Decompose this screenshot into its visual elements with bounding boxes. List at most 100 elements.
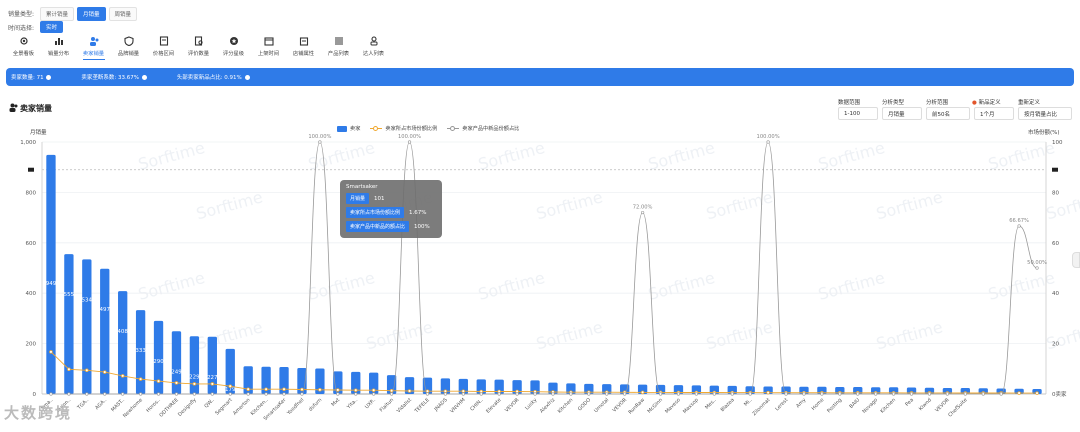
new-share-point	[1035, 266, 1039, 270]
x-tick-label: McGinn	[647, 397, 664, 414]
new-share-point	[497, 392, 501, 396]
new-share-point	[569, 392, 573, 396]
bar	[82, 259, 92, 394]
bar-value-label: 290	[153, 359, 164, 365]
watermark-logo: 大数跨境	[4, 404, 73, 422]
new-share-point	[784, 392, 788, 396]
x-tick-label: VEVOR	[934, 397, 951, 414]
new-share-point	[336, 392, 340, 396]
new-share-point	[228, 392, 232, 396]
new-share-point	[820, 392, 824, 396]
bar	[118, 291, 128, 394]
new-share-label: 50.00%	[1027, 260, 1047, 266]
tooltip-value: 101	[374, 195, 385, 202]
share-point	[443, 389, 448, 393]
share-point	[246, 387, 250, 391]
share-point	[318, 388, 322, 392]
new-share-point	[748, 392, 752, 396]
x-tick-label: VEVOR	[504, 397, 521, 414]
watermark-text: Sorftime	[194, 317, 265, 353]
x-tick-label: CHIN..	[469, 397, 485, 413]
new-share-point	[192, 392, 196, 396]
new-share-point	[963, 392, 967, 396]
share-point	[120, 374, 125, 378]
share-point	[461, 389, 466, 393]
tooltip-row: 卖家所占市场份额比例 1.67%	[346, 207, 436, 218]
x-tick-label: Kitchen	[879, 397, 897, 415]
chart-tooltip: Smartsaker 月销量 101 卖家所占市场份额比例 1.67% 卖家产品中新…	[340, 180, 442, 238]
x-tick-label: Kitchen	[557, 397, 575, 415]
new-share-point	[802, 392, 806, 396]
share-point	[371, 388, 376, 392]
x-tick-label: Amy	[795, 397, 807, 409]
new-share-point	[264, 392, 268, 396]
watermark-text: Sorftime	[1044, 317, 1080, 353]
x-tick-label: Mes..	[704, 397, 718, 411]
y-tick-label: 1,000	[20, 140, 36, 146]
x-tick-label: Alexfriz	[539, 397, 557, 415]
y-tick-label: 800	[26, 190, 37, 196]
new-share-point	[999, 392, 1003, 396]
new-share-label: 100.00%	[308, 134, 331, 140]
bar	[100, 268, 110, 394]
new-share-point	[1017, 224, 1021, 228]
bar-value-label: 227	[207, 375, 218, 381]
new-share-point	[694, 392, 698, 396]
x-tick-label: QW..	[203, 397, 216, 410]
x-tick-label: Novago	[861, 397, 879, 415]
share-point	[192, 382, 197, 386]
x-tick-label: Lusky	[524, 397, 538, 411]
y2-tick-label: 60	[1052, 241, 1059, 247]
bar-value-label: 408	[117, 329, 128, 335]
x-tick-label: Home	[811, 397, 826, 412]
new-share-point	[945, 392, 949, 396]
share-point	[336, 388, 340, 392]
watermark-text: Sorftime	[306, 268, 377, 304]
x-tick-label: VEVOR	[612, 397, 629, 414]
new-share-point	[515, 392, 519, 396]
new-share-point	[856, 392, 860, 396]
side-scroll-handle[interactable]	[1072, 252, 1080, 268]
watermark-text: Sorftime	[704, 317, 775, 353]
watermark-text: Sorftime	[476, 138, 547, 174]
new-share-point	[174, 392, 179, 396]
new-share-point	[300, 392, 304, 396]
bar-value-label: 249	[171, 369, 182, 375]
x-tick-label: VNVHM	[449, 397, 466, 414]
bar-value-label: 534	[82, 297, 93, 303]
new-share-point	[407, 140, 412, 144]
new-share-point	[605, 392, 609, 396]
new-share-point	[425, 392, 430, 396]
x-tick-label: UXP..	[364, 397, 377, 410]
bar-value-label: 333	[135, 348, 146, 354]
y2-tick-label: 20	[1052, 342, 1059, 348]
new-share-point	[892, 392, 896, 396]
bar-value-label: 229	[189, 374, 200, 380]
watermark-text: Sorftime	[136, 268, 207, 304]
new-share-point	[121, 392, 125, 396]
share-point	[102, 370, 107, 374]
watermark-text: Sorftime	[816, 268, 887, 304]
new-share-point	[390, 392, 394, 396]
share-point	[1017, 391, 1021, 395]
y-tick-label: 200	[26, 342, 37, 348]
x-tick-label: Flaitun	[379, 397, 395, 413]
x-tick-label: ODTHREE	[158, 397, 180, 419]
new-share-point	[641, 210, 645, 215]
new-share-point	[730, 392, 734, 396]
tooltip-row: 月销量 101	[346, 193, 436, 204]
new-share-point	[874, 392, 878, 396]
share-point	[228, 384, 233, 388]
tooltip-value: 100%	[414, 223, 430, 230]
x-tick-label: Newhome	[122, 397, 144, 419]
new-share-point	[712, 392, 716, 396]
reference-marker-left	[28, 167, 34, 172]
y2-tick-label: 40	[1052, 291, 1059, 297]
y-tick-label: 600	[26, 241, 37, 247]
share-point	[138, 377, 143, 381]
new-share-point	[658, 392, 663, 396]
share-point	[49, 350, 53, 354]
watermark-text: Sorftime	[136, 138, 207, 174]
share-point	[67, 367, 71, 372]
share-point	[282, 387, 286, 391]
